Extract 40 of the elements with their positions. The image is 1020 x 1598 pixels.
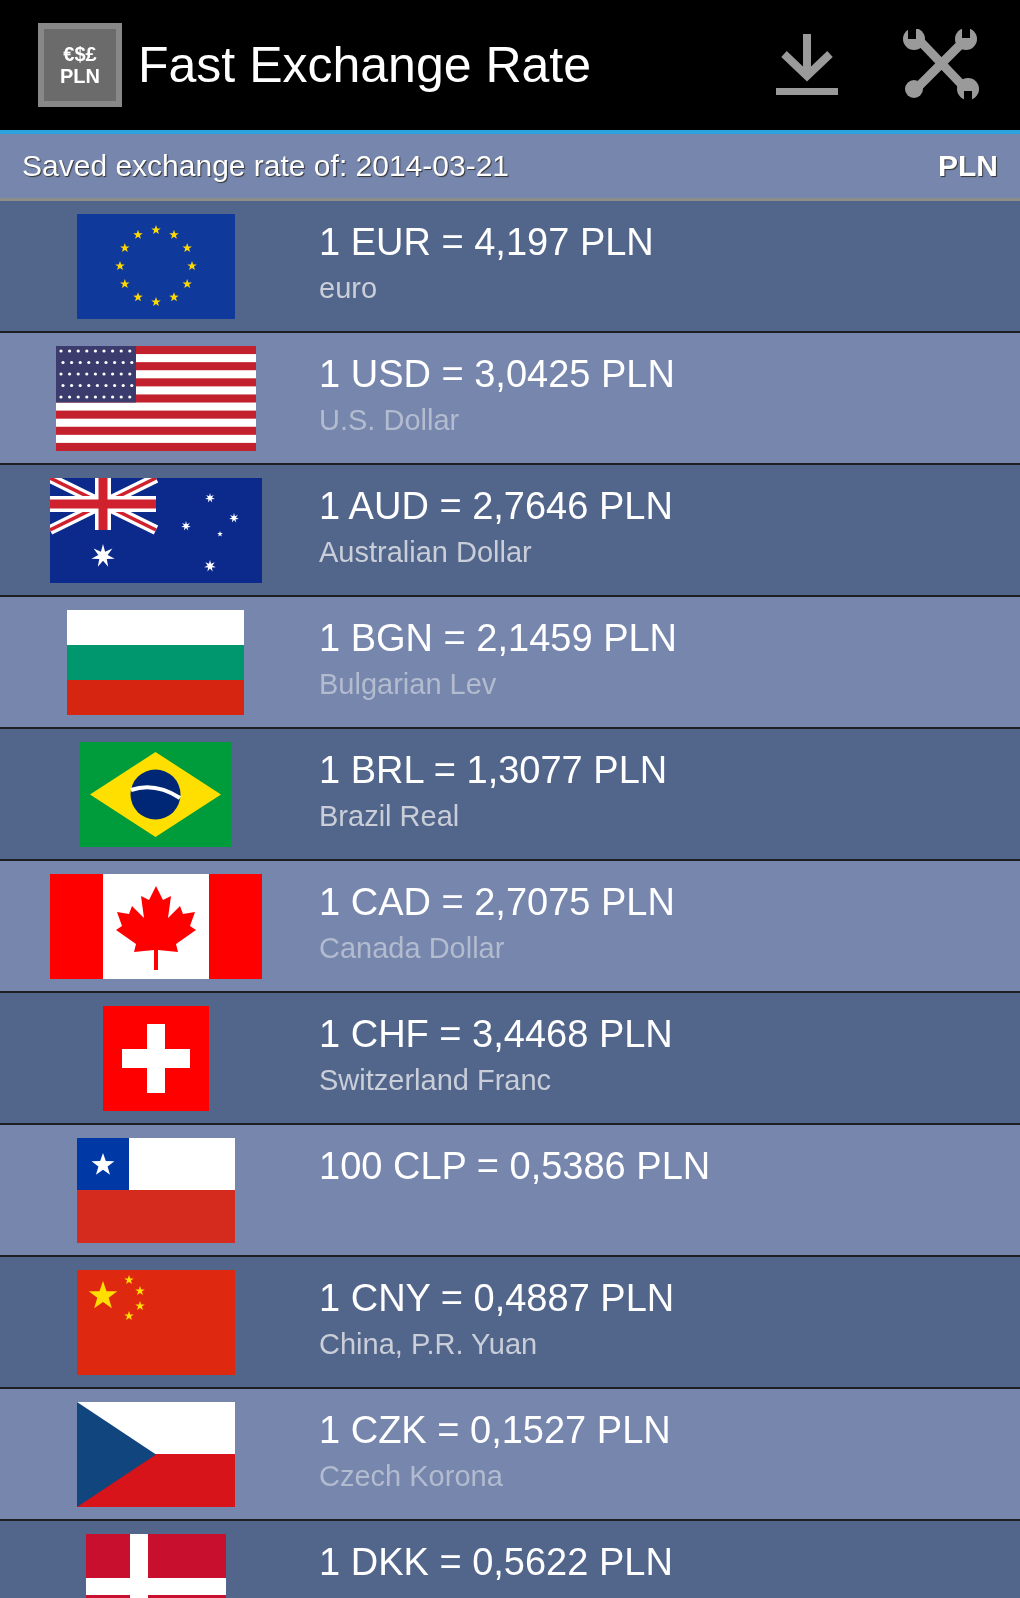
- flag-icon: [67, 609, 244, 715]
- exchange-rate: 1 USD = 3,0425 PLN: [319, 353, 675, 396]
- flag-icon: [76, 213, 235, 319]
- flag-icon: [80, 741, 231, 847]
- currency-name: U.S. Dollar: [319, 404, 461, 437]
- exchange-rate: 1 EUR = 4,197 PLN: [319, 221, 654, 264]
- exchange-rate: 1 BGN = 2,1459 PLN: [319, 617, 678, 660]
- exchange-rate: 1 CZK = 0,1527 PLN: [319, 1409, 671, 1452]
- flag-icon: [102, 1005, 209, 1111]
- currency-name: euro: [319, 272, 379, 305]
- exchange-rate: 1 BRL = 1,3077 PLN: [319, 749, 668, 792]
- saved-date-label: Saved exchange rate of: 2014-03-21: [22, 149, 510, 183]
- currency-name: Bulgarian Lev: [319, 668, 498, 701]
- currency-name: Czech Korona: [319, 1460, 504, 1493]
- flag-icon: [49, 873, 262, 979]
- flag-icon: [76, 1137, 235, 1243]
- flag-icon: [76, 1269, 235, 1375]
- exchange-rate: 1 CHF = 3,4468 PLN: [319, 1013, 673, 1056]
- app-logo: €$£ PLN: [38, 23, 122, 107]
- app-title: Fast Exchange Rate: [138, 36, 593, 94]
- currency-name: China, P.R. Yuan: [319, 1328, 539, 1361]
- base-currency: PLN: [938, 149, 998, 183]
- currency-name: Switzerland Franc: [319, 1064, 553, 1097]
- exchange-rate: 1 CAD = 2,7075 PLN: [319, 881, 675, 924]
- flag-icon: [76, 1401, 235, 1507]
- rate-row[interactable]: 1 USD = 3,0425 PLN U.S. Dollar: [0, 333, 1020, 465]
- rate-row[interactable]: 1 CZK = 0,1527 PLN Czech Korona: [0, 1389, 1020, 1521]
- exchange-rate: 1 DKK = 0,5622 PLN: [319, 1541, 673, 1584]
- currency-name: Brazil Real: [319, 800, 461, 833]
- flag-icon: [55, 345, 256, 451]
- tools-icon[interactable]: [902, 29, 982, 101]
- flag-icon: [49, 477, 262, 583]
- currency-name: Australian Dollar: [319, 536, 533, 569]
- exchange-rate: 1 AUD = 2,7646 PLN: [319, 485, 673, 528]
- currency-name: Canada Dollar: [319, 932, 506, 965]
- exchange-rate: 1 CNY = 0,4887 PLN: [319, 1277, 675, 1320]
- rate-row[interactable]: 1 CAD = 2,7075 PLN Canada Dollar: [0, 861, 1020, 993]
- exchange-rate: 100 CLP = 0,5386 PLN: [319, 1145, 711, 1188]
- rate-row[interactable]: 1 BGN = 2,1459 PLN Bulgarian Lev: [0, 597, 1020, 729]
- rate-row[interactable]: 100 CLP = 0,5386 PLN: [0, 1125, 1020, 1257]
